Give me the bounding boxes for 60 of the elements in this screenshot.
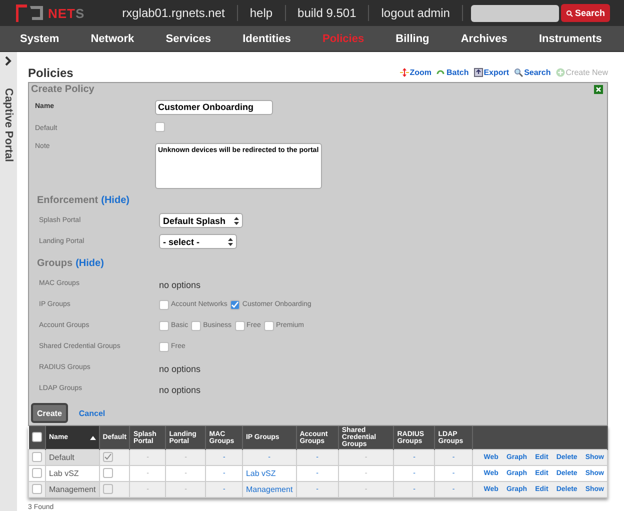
nav-tab[interactable]: Network [90,32,134,44]
checkbox[interactable] [32,432,42,442]
select-field[interactable]: Default Splash [159,213,243,228]
table-cell: Lab vSZ [49,469,79,478]
checkbox[interactable] [191,320,202,330]
hide-link[interactable]: (Hide) [76,258,104,269]
nav-tab[interactable]: Services [166,32,211,44]
checkbox[interactable] [230,300,240,310]
search-button[interactable]: Search [560,4,610,22]
checkbox[interactable] [32,452,42,462]
no-options-text: no options [159,280,201,290]
table-cell: Default [49,453,74,462]
nav-tab[interactable]: Instruments [538,32,602,44]
updown-arrows-icon [234,216,239,224]
search-field[interactable] [470,4,559,22]
checkbox[interactable] [155,122,165,132]
nav-tab[interactable]: System [20,32,60,44]
search-icon [514,68,524,77]
sidebar-title[interactable]: Captive Portal [2,88,14,162]
chevron-icon[interactable] [5,56,12,66]
arrows-icon [400,68,409,77]
checkbox[interactable] [32,484,42,494]
create-button[interactable]: Create [31,403,68,423]
page-title: Policies [28,66,74,80]
no-options-text: no options [159,384,201,394]
sort-icon[interactable] [90,436,96,440]
checkbox[interactable] [159,342,169,352]
nav-tab[interactable]: Identities [242,32,291,44]
checkbox[interactable] [234,320,245,330]
checkbox[interactable] [159,300,169,310]
toolbar-link[interactable]: Export [474,68,510,77]
table-cell: Management [49,485,96,494]
toolbar-link[interactable]: Zoom [400,68,432,77]
checkbox[interactable] [159,320,169,330]
header-link[interactable]: help [238,5,286,21]
header-link[interactable]: rxglab01.rgnets.net [110,5,238,21]
select-field[interactable]: - select - [159,234,237,249]
header-link[interactable]: logout admin [369,5,463,21]
logo-text: NETS [48,6,85,20]
toolbar-link[interactable]: Search [514,68,551,77]
nav-tab[interactable]: Archives [460,32,508,44]
export-icon [474,68,483,77]
cancel-link[interactable]: Cancel [78,408,106,418]
close-icon[interactable] [594,85,603,94]
logo-icon [16,3,46,23]
header-link[interactable]: build 9.501 [286,5,370,21]
plus-icon [556,68,565,77]
updown-arrows-icon [228,238,233,246]
refresh-icon [436,68,446,77]
section-title: Groups [37,258,73,269]
panel-title: Create Policy [31,84,94,95]
nav-tab[interactable]: Billing [396,32,430,44]
search-icon [566,10,573,16]
checkbox[interactable] [264,320,274,330]
name-field[interactable]: Customer Onboarding [155,100,273,114]
checkbox[interactable] [32,468,42,478]
toolbar-link[interactable]: Batch [436,68,469,77]
section-title: Enforcement [37,195,98,206]
no-options-text: no options [159,364,201,374]
hide-link[interactable]: (Hide) [101,195,130,206]
